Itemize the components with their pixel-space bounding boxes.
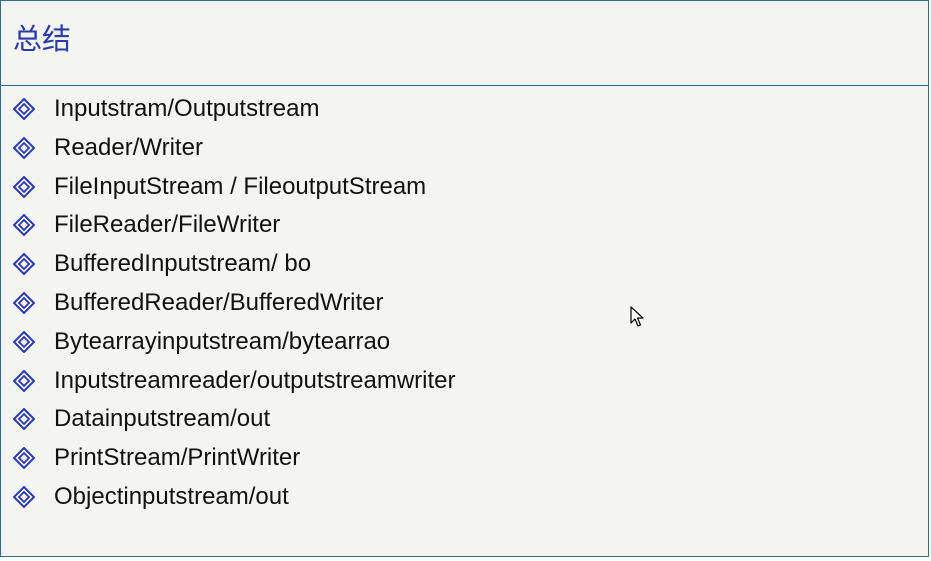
list-item-text: FileInputStream / FileoutputStream — [54, 172, 427, 200]
diamond-bullet-icon — [13, 98, 35, 120]
list-item-text: Inputstram/Outputstream — [54, 95, 320, 122]
slide: 总结 Inputstram/Outputstream Reader/Writer… — [0, 0, 929, 557]
diamond-bullet-icon — [13, 214, 35, 237]
list-item-text: Bytearrayinputstream/bytearrao — [54, 327, 391, 355]
list-item-text: BufferedInputstream/ bo — [54, 250, 312, 278]
diamond-bullet-icon — [13, 408, 35, 431]
diamond-bullet-icon — [13, 485, 35, 508]
list-item-text: Objectinputstream/out — [54, 482, 289, 510]
list-item-text: PrintStream/PrintWriter — [54, 444, 301, 472]
mouse-pointer-icon — [630, 306, 644, 327]
list-item-text: Reader/Writer — [54, 133, 203, 161]
list-item-text: Datainputstream/out — [54, 405, 271, 433]
diamond-bullet-icon — [13, 136, 35, 159]
diamond-bullet-icon — [13, 369, 35, 392]
list-item-text: FileReader/FileWriter — [54, 211, 281, 239]
list-item-text: Inputstreamreader/outputstreamwriter — [54, 366, 456, 394]
diamond-bullet-icon — [13, 253, 35, 276]
title-bar: 总结 — [1, 1, 928, 86]
slide-title: 总结 — [13, 22, 72, 56]
diamond-bullet-icon — [13, 447, 35, 470]
list-item-text: BufferedReader/BufferedWriter — [54, 288, 384, 316]
diamond-bullet-icon — [13, 175, 35, 198]
diamond-bullet-icon — [13, 291, 35, 314]
diamond-bullet-icon — [13, 330, 35, 353]
